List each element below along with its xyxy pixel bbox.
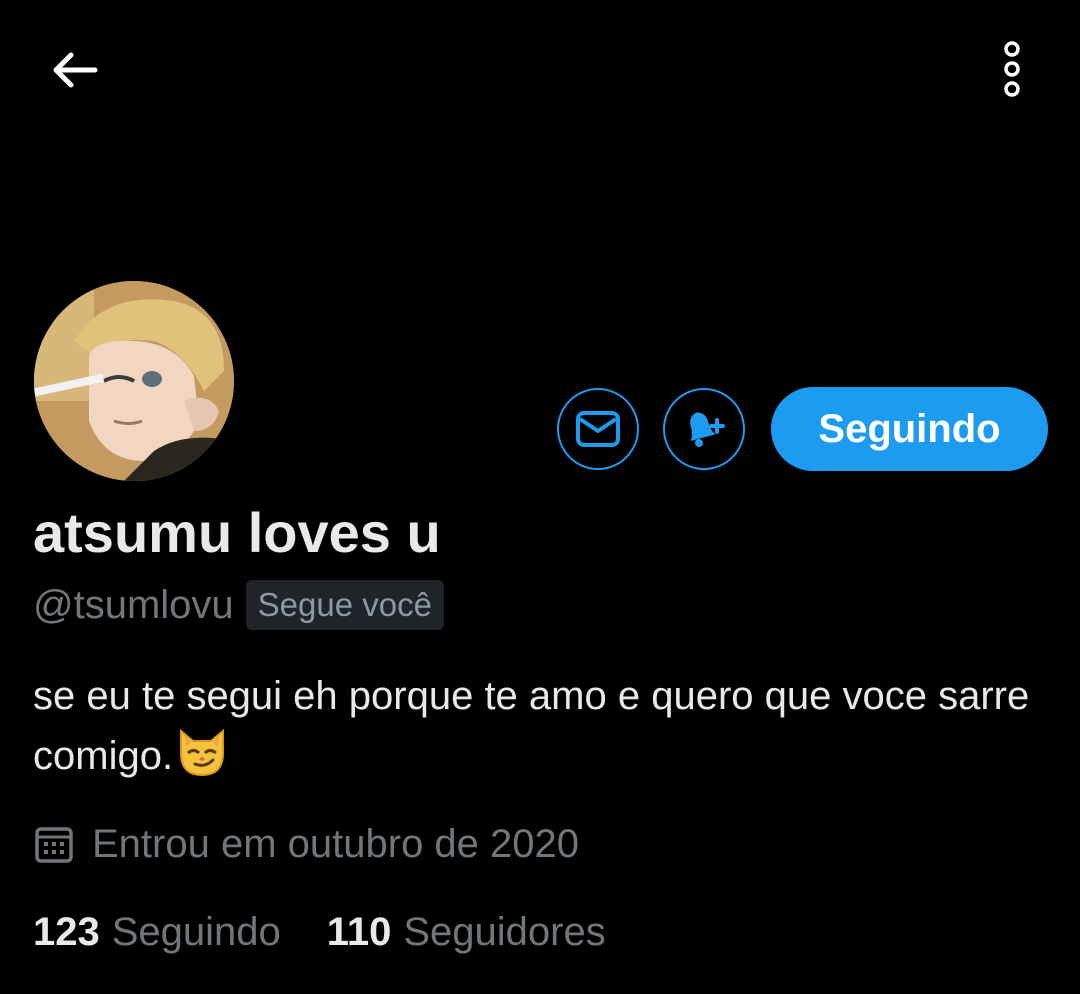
calendar-icon — [35, 826, 73, 863]
more-vertical-icon — [1004, 41, 1020, 97]
handle-row: @tsumlovu Segue você — [33, 580, 444, 630]
notifications-button[interactable] — [663, 388, 745, 470]
more-options-button[interactable] — [982, 36, 1042, 102]
follow-stats: 123 Seguindo 110 Seguidores — [33, 910, 606, 955]
following-label: Seguindo — [111, 910, 281, 954]
username-handle: @tsumlovu — [33, 582, 234, 627]
followers-stat[interactable]: 110 Seguidores — [327, 910, 606, 955]
arrow-left-icon — [53, 52, 98, 88]
followers-label: Seguidores — [403, 910, 606, 954]
avatar-image — [34, 281, 234, 481]
avatar[interactable] — [34, 281, 234, 481]
followers-count: 110 — [326, 910, 392, 954]
envelope-icon — [576, 411, 620, 447]
following-stat[interactable]: 123 Seguindo — [33, 910, 281, 955]
smirking-cat-emoji — [175, 727, 229, 794]
joined-date: Entrou em outubro de 2020 — [34, 822, 579, 867]
message-button[interactable] — [557, 388, 639, 470]
follows-you-badge: Segue você — [245, 580, 444, 630]
back-button[interactable] — [44, 40, 104, 100]
joined-text: Entrou em outubro de 2020 — [92, 822, 580, 866]
following-count: 123 — [33, 910, 100, 954]
following-button-label: Seguindo — [818, 406, 1001, 451]
bell-plus-icon — [690, 412, 725, 447]
bio: se eu te segui eh porque te amo e quero … — [33, 666, 1053, 794]
following-button[interactable]: Seguindo — [771, 387, 1048, 471]
display-name: atsumu loves u — [33, 501, 441, 564]
